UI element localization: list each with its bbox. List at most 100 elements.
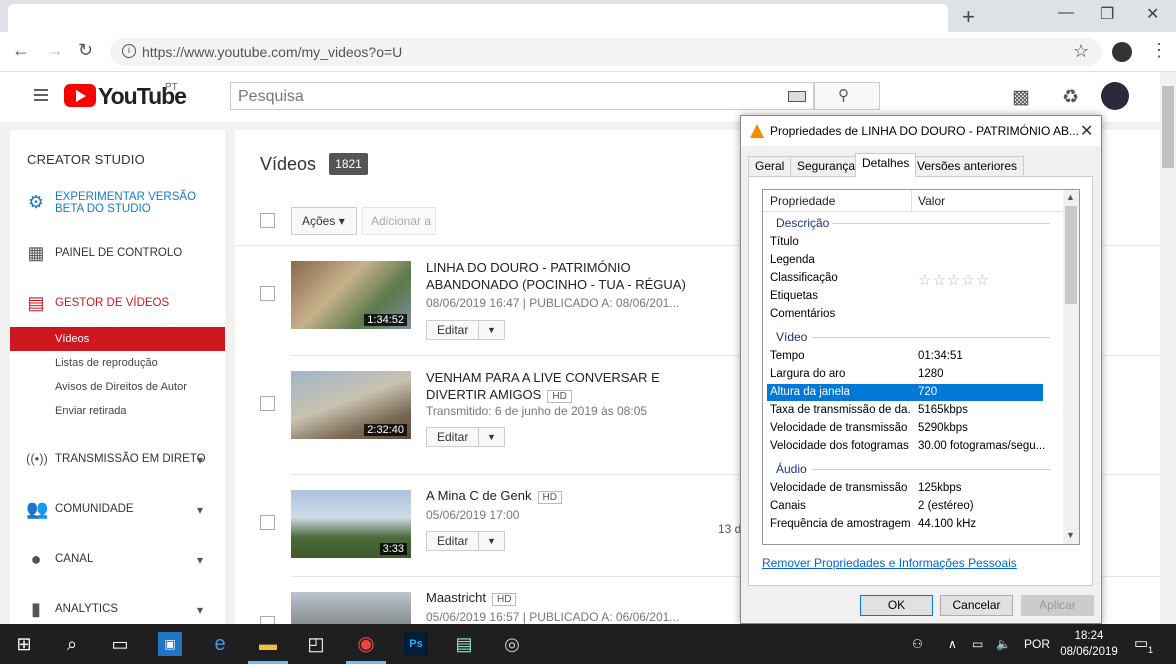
volume-icon[interactable]: 🔈 [996,637,1011,651]
sidebar-sub-copyright[interactable]: Avisos de Direitos de Autor [55,381,187,393]
prop-name[interactable]: Tempo [770,350,910,362]
video-title[interactable]: LINHA DO DOURO - PATRIMÓNIO ABANDONADO (P… [426,259,686,293]
back-icon[interactable]: ← [12,40,30,61]
browser-tab[interactable] [8,4,948,32]
taskbar-clock[interactable]: 18:24 08/06/2019 [1060,628,1118,660]
sidebar-sub-playlists[interactable]: Listas de reprodução [55,357,158,369]
edit-button[interactable]: Editar [426,320,479,340]
rating-stars[interactable]: ☆☆☆☆☆ [918,271,990,289]
cancel-button[interactable]: Cancelar [940,595,1013,616]
video-thumbnail[interactable] [291,592,411,624]
search-input[interactable] [230,82,814,110]
tab-versoes[interactable]: Versões anteriores [910,156,1025,176]
column-separator[interactable] [911,190,912,212]
new-tab-button[interactable]: + [962,4,975,30]
prop-name[interactable]: Canais [770,500,910,512]
tray-chevron-icon[interactable]: ∧ [948,637,957,651]
apply-button[interactable]: Aplicar [1021,595,1094,616]
actions-dropdown[interactable]: Ações ▾ [291,207,357,235]
prop-name[interactable]: Taxa de transmissão de da... [770,404,910,416]
prop-name[interactable]: Largura do aro [770,368,910,380]
forward-icon[interactable]: → [46,40,64,61]
video-title[interactable]: VENHAM PARA A LIVE CONVERSAR E DIVERTIR A… [426,369,660,405]
steam-icon[interactable]: ◎ [500,632,524,656]
reload-icon[interactable]: ↻ [78,40,93,61]
prop-name[interactable]: Legenda [770,254,910,266]
column-value[interactable]: Valor [918,194,945,208]
photoshop-icon[interactable]: Ps [404,632,428,656]
profile-avatar[interactable] [1112,42,1132,62]
maximize-button[interactable]: ❐ [1100,4,1114,24]
prop-name[interactable]: Velocidade dos fotogramas [770,440,910,452]
chrome-icon[interactable]: ◉ [354,632,378,656]
notifications-icon[interactable]: ▭ [1134,634,1148,652]
upload-video-icon[interactable]: ▩ [1012,86,1030,109]
sidebar-sub-takedown[interactable]: Enviar retirada [55,405,127,417]
prop-name[interactable]: Altura da janela [770,386,910,398]
sidebar-item-community[interactable]: COMUNIDADE [55,503,134,515]
browser-menu-icon[interactable]: ⋮ [1150,40,1168,61]
edit-dropdown-icon[interactable]: ▼ [478,320,505,340]
language-indicator[interactable]: POR [1024,637,1050,651]
windows-start-icon[interactable]: ⊞ [12,632,36,656]
url-text[interactable]: https://www.youtube.com/my_videos?o=U [142,44,402,60]
video-checkbox[interactable] [260,286,275,301]
edit-dropdown-icon[interactable]: ▼ [478,427,505,447]
prop-name[interactable]: Etiquetas [770,290,910,302]
page-scrollbar-thumb[interactable] [1162,86,1174,168]
sidebar-item-analytics[interactable]: ANALYTICS [55,603,118,615]
chevron-down-icon[interactable]: ▾ [197,453,203,467]
keyboard-icon[interactable] [788,91,806,102]
edit-button[interactable]: Editar [426,427,479,447]
sidebar-item-video-manager[interactable]: GESTOR DE VÍDEOS [55,297,169,309]
remove-properties-link[interactable]: Remover Propriedades e Informações Pesso… [762,556,1017,570]
people-icon[interactable]: ⚇ [912,637,923,651]
dialog-close-icon[interactable]: ✕ [1080,121,1093,141]
store-app-icon[interactable]: ▣ [158,632,182,656]
file-explorer-icon[interactable]: ▬ [256,632,280,656]
sidebar-item-beta[interactable]: EXPERIMENTAR VERSÃO BETA DO STUDIO [55,191,196,215]
bookmark-star-icon[interactable]: ☆ [1073,41,1089,62]
minimize-button[interactable]: — [1058,4,1074,22]
scroll-down-icon[interactable]: ▼ [1066,530,1075,540]
task-view-icon[interactable]: ▭ [108,632,132,656]
video-title[interactable]: A Mina C de Genk HD [426,488,562,504]
tab-seguranca[interactable]: Segurança [790,156,863,176]
sidebar-sub-videos[interactable]: Vídeos [55,333,89,345]
sidebar-item-channel[interactable]: CANAL [55,553,93,565]
video-thumbnail[interactable]: 2:32:40 [291,371,411,439]
scroll-up-icon[interactable]: ▲ [1066,192,1075,202]
info-icon[interactable]: i [122,44,136,58]
prop-name[interactable]: Título [770,236,910,248]
network-icon[interactable]: ▭ [972,637,983,651]
shopping-bag-icon[interactable]: ◰ [304,632,328,656]
sidebar-item-dashboard[interactable]: PAINEL DE CONTROLO [55,247,182,259]
edit-button[interactable]: Editar [426,531,479,551]
chevron-down-icon[interactable]: ▾ [197,553,203,567]
video-checkbox[interactable] [260,396,275,411]
close-window-button[interactable]: ✕ [1146,4,1159,24]
tab-detalhes[interactable]: Detalhes [855,153,917,177]
list-scrollbar-thumb[interactable] [1065,206,1077,304]
video-checkbox[interactable] [260,515,275,530]
account-avatar[interactable] [1101,82,1129,110]
prop-name[interactable]: Velocidade de transmissão [770,482,910,494]
prop-name[interactable]: Velocidade de transmissão ... [770,422,910,434]
prop-name[interactable]: Classificação [770,272,910,284]
sidebar-item-live[interactable]: TRANSMISSÃO EM DIRETO [55,453,206,465]
search-icon[interactable]: ⌕ [60,632,84,656]
tab-geral[interactable]: Geral [748,156,792,176]
notifications-bell-icon[interactable]: ♻ [1062,86,1079,109]
select-all-checkbox[interactable] [260,213,275,228]
prop-name[interactable]: Comentários [770,308,910,320]
edge-icon[interactable]: e [208,632,232,656]
media-app-icon[interactable]: ▤ [452,632,476,656]
video-title[interactable]: Maastricht HD [426,590,517,606]
video-thumbnail[interactable]: 3:33 [291,490,411,558]
prop-name[interactable]: Frequência de amostragem ... [770,518,910,530]
edit-dropdown-icon[interactable]: ▼ [478,531,505,551]
column-property[interactable]: Propriedade [770,194,835,208]
ok-button[interactable]: OK [860,595,933,616]
add-to-button[interactable]: Adicionar a [362,207,436,235]
hamburger-menu-icon[interactable] [34,89,48,104]
